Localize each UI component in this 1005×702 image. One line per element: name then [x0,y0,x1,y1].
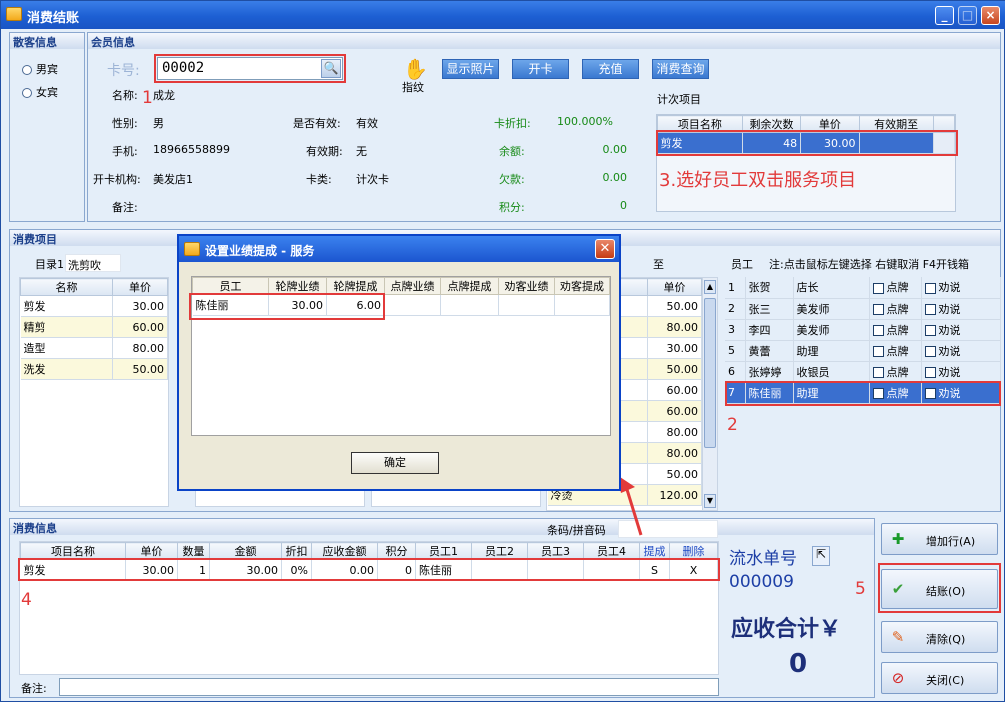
note-label: 备注: [112,201,138,214]
stop-icon: ⊘ [891,669,905,687]
org-value: 美发店1 [153,173,193,186]
debt-label: 欠款: [499,173,525,186]
barcode-label: 条码/拼音码 [547,524,606,537]
scroll-thumb [704,298,716,448]
app-icon [6,7,22,21]
items-list-1: 名称 单价 剪发 30.00 精剪 60.00 造型 80.00 洗发 50.00 [19,277,169,507]
history-button[interactable]: 消费查询 [652,59,709,79]
annotation-box-staff [725,381,1001,406]
phone-label: 手机: [112,145,138,158]
card-label: 卡号: [107,63,140,79]
total-value: 0 [789,649,808,679]
consume-note-input[interactable] [59,678,719,696]
dialog-title: 设置业绩提成 - 服务 [205,244,315,258]
recharge-button[interactable]: 充值 [582,59,639,79]
debt-value: 0.00 [602,171,628,184]
show-photo-button[interactable]: 显示照片 [442,59,499,79]
scroll-down-icon: ▼ [704,494,716,508]
guest-group: 散客信息 男宾 女宾 [9,32,85,222]
valid-label: 是否有效: [293,117,341,130]
item-row[interactable]: 精剪 60.00 [20,316,168,338]
card-type-label: 卡类: [306,173,332,186]
hand-pointer-icon[interactable]: ✋ [403,57,428,81]
item-row[interactable]: 造型 80.00 [20,337,168,359]
fingerprint-label: 指纹 [402,81,424,94]
count-items-table: 项目名称 剩余次数 单价 有效期至 剪发 48 30.00 [656,114,956,212]
phone-value: 18966558899 [153,143,230,156]
valid-value: 有效 [356,117,378,130]
member-header: 会员信息 [88,33,1000,49]
dialog-ok-button[interactable]: 确定 [351,452,439,474]
commission-dialog: 设置业绩提成 - 服务 ✕ 员工 轮牌业绩 轮牌提成 点牌业绩 点牌提成 劝客业… [177,234,621,491]
close-window-button[interactable]: × [981,6,1000,25]
rank-checkbox [872,282,884,294]
open-card-button[interactable]: 开卡 [512,59,569,79]
org-label: 开卡机构: [93,173,141,186]
gender-label: 性别: [112,117,138,130]
points-value: 0 [620,199,627,212]
annotation-4: 4 [21,590,32,610]
cursor-icon[interactable]: ⇱ [812,546,830,566]
dialog-close-button[interactable]: ✕ [595,239,615,259]
serial-label: 流水单号 [729,549,797,569]
scroll-up-icon: ▲ [704,280,716,294]
item-row[interactable]: 洗发 50.00 [20,358,168,380]
expiry-value: 无 [356,145,367,158]
items-scrollbar[interactable]: ▲ ▼ [702,278,717,510]
consume-header: 消费信息 [10,519,874,535]
staff-row[interactable]: 5 黄蕾 助理 点牌 劝说 [725,340,1001,362]
name-label: 名称: [112,89,138,102]
count-items-title: 计次项目 [657,93,701,106]
to-label: 至 [653,258,664,271]
add-row-button[interactable]: ✚ 增加行(A) [881,523,998,555]
col3-header: 单价 [647,278,702,296]
annotation-box-dialog [189,293,385,320]
annotation-box-consume [18,558,720,581]
staff-row[interactable]: 1 张贺 店长 点牌 劝说 [725,277,1001,299]
eraser-icon: ✎ [891,628,905,646]
discount-label: 卡折扣: [494,117,531,130]
consume-note-label: 备注: [21,682,47,695]
total-label: 应收合计￥ [731,617,842,642]
plus-icon: ✚ [891,530,905,548]
annotation-box-count [656,130,958,156]
card-type-value: 计次卡 [356,173,389,186]
points-label: 积分: [499,201,525,214]
staff-row[interactable]: 6 张婷婷 收银员 点牌 劝说 [725,361,1001,383]
staff-row[interactable]: 2 张三 美发师 点牌 劝说 [725,298,1001,320]
annotation-box-checkout [878,563,1001,613]
annotation-2: 2 [727,415,738,435]
serial-value: 000009 [729,572,794,592]
checkout-window: 消费结账 _ □ × 散客信息 男宾 女宾 会员信息 卡号: 00002 🔍 1… [0,0,1005,702]
annotation-1: 1 [142,88,153,108]
dialog-title-bar: 设置业绩提成 - 服务 ✕ [179,236,619,262]
annotation-3: 3.选好员工双击服务项目 [659,170,857,191]
annotation-box-card [154,54,346,83]
staff-title: 员工 [731,258,753,271]
guest-header: 散客信息 [10,33,84,49]
staff-row[interactable]: 3 李四 美发师 点牌 劝说 [725,319,1001,341]
dir-label: 目录1 [35,258,64,271]
persuade-checkbox [924,282,936,294]
window-title: 消费结账 [27,11,80,26]
balance-value: 0.00 [602,143,628,156]
dir-input[interactable]: 洗剪吹 [65,254,121,272]
dialog-icon [184,242,200,256]
expiry-label: 有效期: [306,145,343,158]
minimize-button[interactable]: _ [935,6,954,25]
female-radio[interactable]: 女宾 [22,84,58,100]
maximize-button[interactable]: □ [958,6,977,25]
item-row[interactable]: 剪发 30.00 [20,295,168,317]
gender-value: 男 [153,117,164,130]
male-radio[interactable]: 男宾 [22,61,58,77]
discount-value: 100.000% [557,115,613,128]
annotation-5: 5 [855,579,866,599]
clear-button[interactable]: ✎ 清除(Q) [881,621,998,653]
balance-label: 余额: [499,145,525,158]
name-value: 成龙 [153,89,175,102]
staff-hint: 注:点击鼠标左键选择 右键取消 F4开钱箱 [769,258,970,271]
close-button[interactable]: ⊘ 关闭(C) [881,662,998,694]
title-bar: 消费结账 _ □ × [1,1,1005,29]
